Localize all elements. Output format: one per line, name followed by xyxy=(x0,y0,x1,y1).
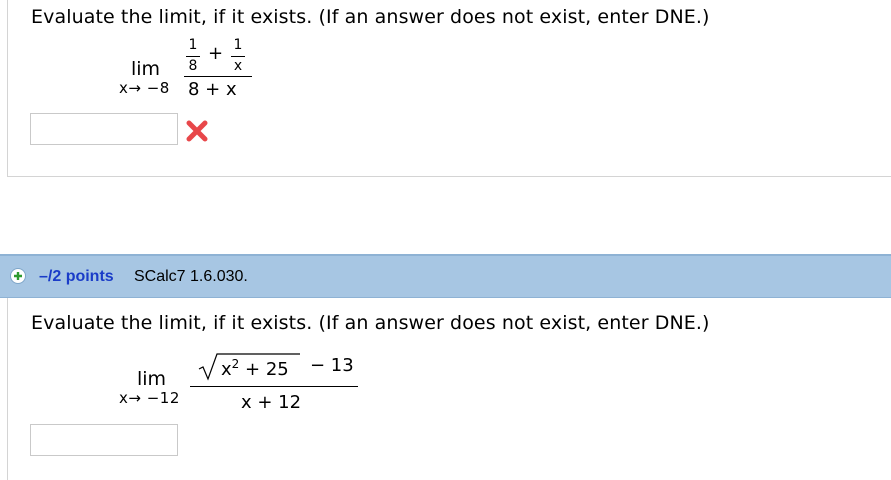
radicand-constant: + 25 xyxy=(239,359,289,380)
problem-1-prompt: Evaluate the limit, if it exists. (If an… xyxy=(31,6,710,28)
lim-subscript: x→ −8 xyxy=(119,79,170,97)
fraction-numerator: 1 xyxy=(233,37,243,53)
fraction-bar xyxy=(186,56,200,57)
lim-label: lim xyxy=(137,368,167,390)
denominator: 8 + x xyxy=(188,79,237,100)
radicand: x2 + 25 xyxy=(221,357,289,380)
lim-label: lim xyxy=(131,58,161,80)
points-link[interactable]: –/2 points xyxy=(39,268,114,286)
problem-2-header: –/2 points SCalc7 1.6.030. xyxy=(0,254,891,298)
main-fraction-bar xyxy=(184,76,252,77)
denominator: x + 12 xyxy=(241,392,302,413)
fraction-numerator: 1 xyxy=(188,37,198,53)
answer-input[interactable] xyxy=(30,424,178,456)
fraction-bar xyxy=(231,56,245,57)
plus-circle-icon[interactable] xyxy=(10,268,26,284)
answer-input[interactable] xyxy=(30,113,178,145)
x-mark-icon xyxy=(186,120,208,142)
minus-term: − 13 xyxy=(310,355,354,376)
fraction-denominator: 8 xyxy=(188,58,198,74)
main-fraction-bar xyxy=(190,386,358,387)
assignment-code: SCalc7 1.6.030. xyxy=(134,268,248,285)
fraction-denominator: x xyxy=(233,58,243,74)
radicand-variable: x xyxy=(221,359,232,380)
lim-subscript: x→ −12 xyxy=(119,389,180,407)
plus-sign: + xyxy=(208,43,224,64)
problem-2-prompt: Evaluate the limit, if it exists. (If an… xyxy=(31,312,710,334)
